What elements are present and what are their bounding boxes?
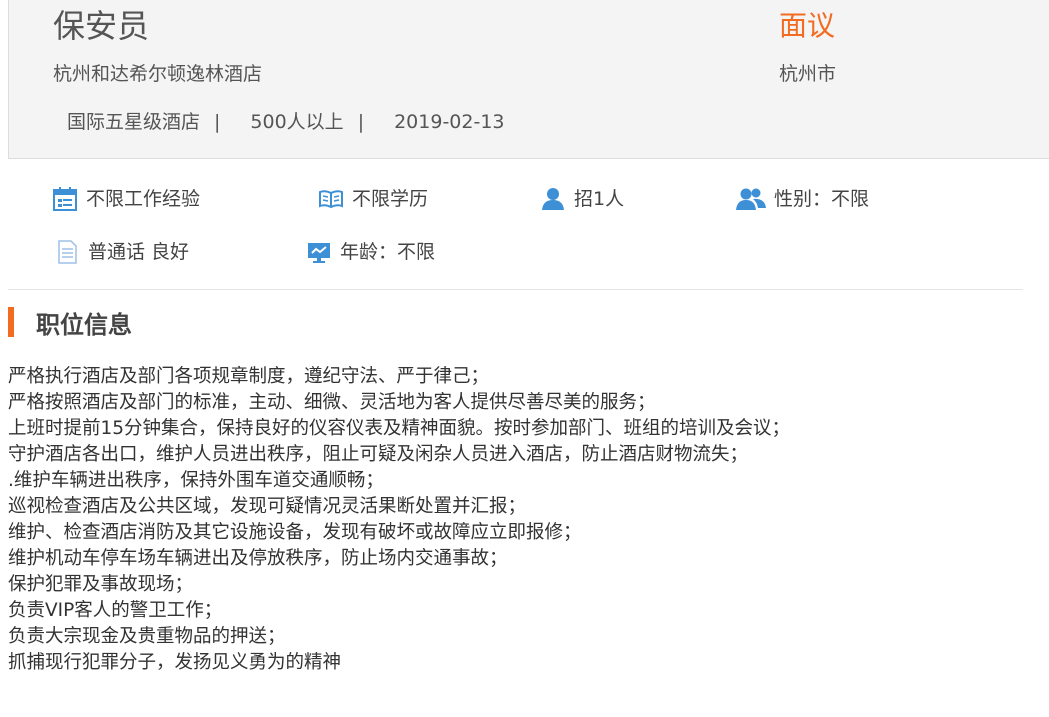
description-line: 负责VIP客人的警卫工作； xyxy=(8,600,223,621)
requirement-experience: 不限工作经验 xyxy=(52,185,200,213)
description-line: 严格执行酒店及部门各项规章制度，遵纪守法、严于律己； xyxy=(8,366,490,387)
person-icon xyxy=(540,186,566,212)
description-line: 负责大宗现金及贵重物品的押送； xyxy=(8,626,286,647)
description-line: 严格按照酒店及部门的标准，主动、细微、灵活地为客人提供尽善尽美的服务； xyxy=(8,392,656,413)
description-line: 抓捕现行犯罪分子，发扬见义勇为的精神 xyxy=(8,652,342,673)
description-line: 巡视检查酒店及公共区域，发现可疑情况灵活果断处置并汇报； xyxy=(8,496,527,517)
book-icon xyxy=(318,186,344,212)
section-accent-bar xyxy=(8,307,14,337)
requirement-language: 普通话 良好 xyxy=(54,238,189,266)
description-line: 维护机动车停车场车辆进出及停放秩序，防止场内交通事故； xyxy=(8,548,508,569)
job-title: 保安员 xyxy=(53,7,150,45)
description-line: 保护犯罪及事故现场； xyxy=(8,574,194,595)
section-heading: 职位信息 xyxy=(8,304,132,340)
job-description: 严格执行酒店及部门各项规章制度，遵纪守法、严于律己； 严格按照酒店及部门的标准，… xyxy=(8,364,1038,676)
company-name[interactable]: 杭州和达希尔顿逸林酒店 xyxy=(53,60,262,88)
description-line: 守护酒店各出口，维护人员进出秩序，阻止可疑及闲杂人员进入酒店，防止酒店财物流失； xyxy=(8,444,749,465)
requirement-gender: 性别：不限 xyxy=(736,185,869,213)
company-meta: 国际五星级酒店 | 500人以上 | 2019-02-13 xyxy=(67,108,505,136)
job-location: 杭州市 xyxy=(779,63,837,85)
post-date: 2019-02-13 xyxy=(394,111,505,133)
description-line: 维护、检查酒店消防及其它设施设备，发现有破坏或故障应立即报修； xyxy=(8,522,582,543)
description-line: 上班时提前15分钟集合，保持良好的仪容仪表及精神面貌。按时参加部门、班组的培训及… xyxy=(8,418,791,439)
job-header-card: 保安员 面议 杭州和达希尔顿逸林酒店 杭州市 国际五星级酒店 | 500人以上 … xyxy=(8,0,1049,159)
requirement-label: 普通话 良好 xyxy=(88,241,190,263)
requirement-education: 不限学历 xyxy=(318,185,428,213)
salary: 面议 xyxy=(779,9,836,42)
requirement-label: 不限学历 xyxy=(352,188,429,210)
monitor-icon xyxy=(306,239,332,265)
meta-separator: | xyxy=(357,111,365,133)
company-type: 国际五星级酒店 xyxy=(67,111,201,133)
meta-separator: | xyxy=(214,111,221,133)
requirement-age: 年龄：不限 xyxy=(306,238,435,266)
section-divider xyxy=(8,289,1023,290)
requirement-label: 年龄：不限 xyxy=(340,241,436,263)
section-title: 职位信息 xyxy=(36,310,132,339)
requirement-label: 性别：不限 xyxy=(774,188,870,210)
description-line: .维护车辆进出秩序，保持外围车道交通顺畅； xyxy=(8,470,384,491)
company-size: 500人以上 xyxy=(250,111,344,133)
calendar-icon xyxy=(52,186,78,212)
requirement-label: 不限工作经验 xyxy=(86,188,201,210)
people-icon xyxy=(736,186,766,212)
document-icon xyxy=(54,239,80,265)
requirement-headcount: 招1人 xyxy=(540,185,624,213)
requirement-label: 招1人 xyxy=(574,188,625,210)
